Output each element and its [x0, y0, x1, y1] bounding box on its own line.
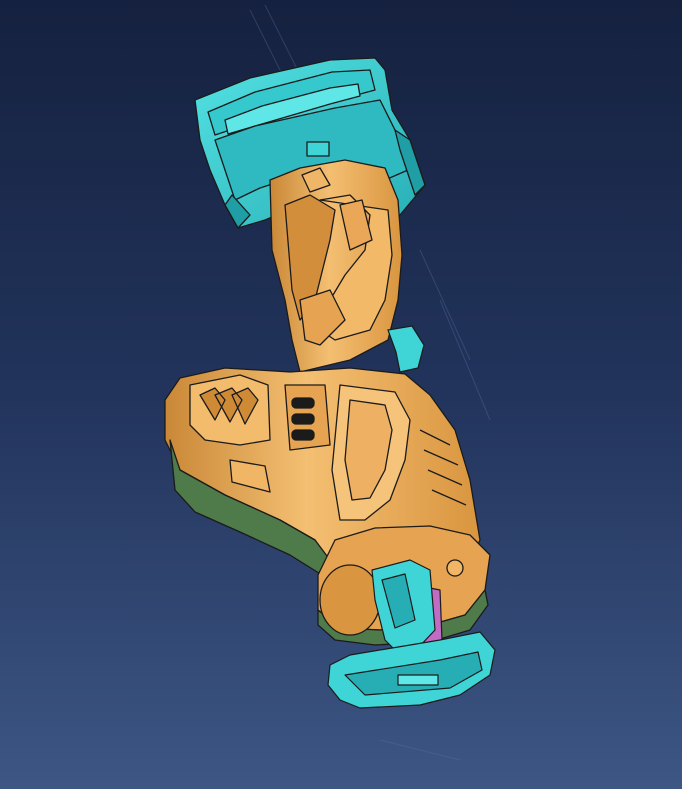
cad-viewport[interactable]	[0, 0, 682, 789]
saw-handle	[269, 159, 403, 373]
cad-model-render	[164, 4, 496, 761]
trigger	[387, 325, 425, 373]
